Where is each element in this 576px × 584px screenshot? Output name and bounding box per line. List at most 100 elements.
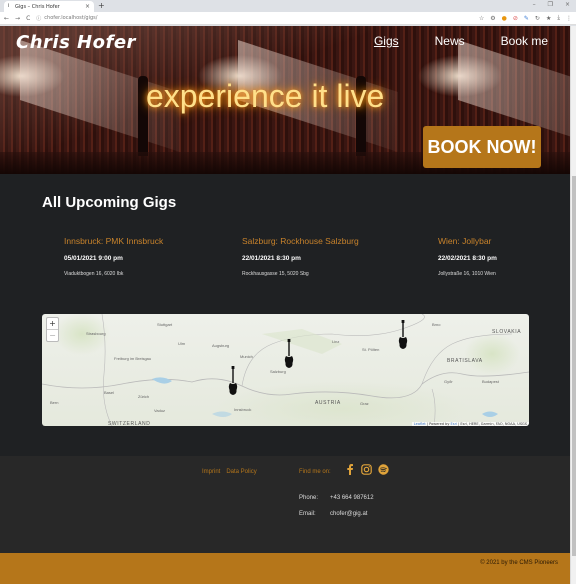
guitar-marker-icon[interactable] <box>284 339 294 369</box>
map-label: Brno <box>432 322 441 327</box>
page-favicon-icon: ⅰ <box>8 3 10 9</box>
window-controls: – ❐ × <box>533 1 570 8</box>
map-label: Budapest <box>482 379 499 384</box>
map-label: Basel <box>104 390 115 395</box>
back-button[interactable]: ← <box>4 15 9 22</box>
phone-label: Phone: <box>299 495 319 501</box>
forward-button[interactable]: → <box>15 15 20 22</box>
gig-address: Rockhausgasse 15, 5020 Sbg <box>242 271 309 277</box>
extension-pen-icon[interactable]: ✎ <box>524 15 529 22</box>
site-footer: Imprint Data Policy Find me on: Phone: +… <box>0 456 570 553</box>
close-window-button[interactable]: × <box>565 1 570 8</box>
attribution-powered: Powered by <box>429 422 450 426</box>
minimize-button[interactable]: – <box>533 1 536 8</box>
hero-banner: Chris Hofer Gigs News Book me experience… <box>0 26 570 174</box>
map-label: Vaduz <box>154 408 166 413</box>
imprint-link[interactable]: Imprint <box>202 469 220 475</box>
gig-date: 22/01/2021 8:30 pm <box>242 255 301 262</box>
nav-book-me[interactable]: Book me <box>501 34 548 48</box>
gig-item: Salzburg: Rockhouse Salzburg 22/01/2021 … <box>242 236 359 277</box>
leaflet-link[interactable]: Leaflet <box>414 422 426 426</box>
map-label: BRATISLAVA <box>447 358 483 364</box>
reload-button[interactable]: C <box>26 15 30 22</box>
gig-title[interactable]: Salzburg: Rockhouse Salzburg <box>242 236 359 246</box>
map-label: Graz <box>360 401 369 406</box>
page-scrollbar[interactable] <box>570 26 576 584</box>
hero-tagline: experience it live <box>146 78 385 114</box>
map-label: Munich <box>240 354 253 359</box>
facebook-icon[interactable] <box>344 464 355 475</box>
gig-item: Innsbruck: PMK Innsbruck 05/01/2021 9:00… <box>64 236 163 277</box>
map-label: Innsbruck <box>234 407 252 412</box>
gig-address: Jollystraße 16, 1010 Wien <box>438 271 496 277</box>
page-viewport: Chris Hofer Gigs News Book me experience… <box>0 26 570 584</box>
map-zoom-control: + − <box>46 317 59 342</box>
section-title-bold: Gigs <box>142 194 177 211</box>
gigs-map[interactable]: + − Stuttgart Strasbourg Ulm Augsburg Mu… <box>42 314 529 426</box>
browser-tab[interactable]: ⅰ Gigs – Chris Hofer × <box>4 1 94 12</box>
tab-close-icon[interactable]: × <box>85 3 90 10</box>
nav-gigs[interactable]: Gigs <box>374 34 399 48</box>
data-policy-link[interactable]: Data Policy <box>226 469 256 475</box>
nav-news[interactable]: News <box>435 34 465 48</box>
scrollbar-thumb[interactable] <box>572 176 576 556</box>
site-logo[interactable]: Chris Hofer <box>16 32 136 53</box>
extension-red-icon[interactable]: ⊘ <box>513 15 518 22</box>
restore-button[interactable]: ❐ <box>548 1 553 8</box>
browser-toolbar: ← → C ⓘ chofer.localhost/gigs/ ☆ ⚙ ● ⊘ ✎… <box>0 12 576 25</box>
spotify-icon[interactable] <box>378 464 389 475</box>
contact-phone: Phone: +43 664 987612 <box>299 495 374 501</box>
extensions-bar: ☆ ⚙ ● ⊘ ✎ ↻ ★ ⤓ ⋮ <box>479 14 572 22</box>
social-links <box>344 464 389 475</box>
map-label: SLOVAKIA <box>492 329 522 335</box>
address-bar[interactable]: ⓘ chofer.localhost/gigs/ <box>36 15 97 22</box>
book-now-button[interactable]: BOOK NOW! <box>423 126 541 168</box>
gig-date: 05/01/2021 9:00 pm <box>64 255 123 262</box>
section-title: All Upcoming Gigs <box>42 194 176 211</box>
tab-title: Gigs – Chris Hofer <box>15 3 60 10</box>
map-label: Freiburg im Breisgau <box>114 356 152 361</box>
email-label: Email: <box>299 511 316 517</box>
gig-address: Viaduktbogen 16, 6020 Ibk <box>64 271 124 277</box>
profile-icon[interactable]: ⤓ <box>557 14 560 22</box>
map-label: Győr <box>444 379 453 384</box>
main-nav: Gigs News Book me <box>374 34 548 48</box>
gig-title[interactable]: Innsbruck: PMK Innsbruck <box>64 236 163 246</box>
gig-date: 22/02/2021 8:30 pm <box>438 255 497 262</box>
extensions-puzzle-icon[interactable]: ★ <box>546 15 551 22</box>
map-label: Salzburg <box>270 369 286 374</box>
map-label: Zürich <box>138 394 150 399</box>
browser-tabbar: ⅰ Gigs – Chris Hofer × + – ❐ × <box>0 0 576 12</box>
find-me-label: Find me on: <box>299 469 331 475</box>
zoom-in-button[interactable]: + <box>47 318 58 329</box>
guitar-marker-icon[interactable] <box>228 366 238 396</box>
map-attribution: Leaflet | Powered by Esri | Esri, HERE, … <box>411 422 529 426</box>
bookmark-star-icon[interactable]: ☆ <box>479 15 484 22</box>
map-label: Bern <box>50 400 59 405</box>
phone-number[interactable]: +43 664 987612 <box>330 495 374 501</box>
extension-gear-icon[interactable]: ⚙ <box>490 15 495 22</box>
attribution-sources: Esri, HERE, Garmin, FAO, NOAA, USGS <box>460 422 527 426</box>
instagram-icon[interactable] <box>361 464 372 475</box>
gigs-section: All Upcoming Gigs Innsbruck: PMK Innsbru… <box>0 174 570 456</box>
copyright-bar: © 2021 by the CMS Pioneers <box>0 553 570 584</box>
extension-orange-icon[interactable]: ● <box>502 15 507 22</box>
zoom-out-button[interactable]: − <box>47 329 58 341</box>
esri-link[interactable]: Esri <box>451 422 457 426</box>
url-text[interactable]: chofer.localhost/gigs/ <box>44 15 97 21</box>
guitar-marker-icon[interactable] <box>398 320 408 350</box>
section-title-prefix: All Upcoming <box>42 194 139 211</box>
browser-menu-icon[interactable]: ⋮ <box>566 15 572 22</box>
gig-item: Wien: Jollybar 22/02/2021 8:30 pm Jollys… <box>438 236 497 277</box>
email-address[interactable]: chofer@gig.at <box>330 511 367 517</box>
map-label: St. Pölten <box>362 347 380 352</box>
map-label: Ulm <box>178 341 186 346</box>
site-info-icon[interactable]: ⓘ <box>36 15 41 22</box>
copyright-text: © 2021 by the CMS Pioneers <box>480 560 558 566</box>
map-label: Stuttgart <box>157 322 173 327</box>
new-tab-button[interactable]: + <box>98 1 105 10</box>
gig-title[interactable]: Wien: Jollybar <box>438 236 497 246</box>
map-label: AUSTRIA <box>315 400 341 406</box>
extension-sync-icon[interactable]: ↻ <box>535 15 540 22</box>
map-label: Linz <box>332 339 340 344</box>
